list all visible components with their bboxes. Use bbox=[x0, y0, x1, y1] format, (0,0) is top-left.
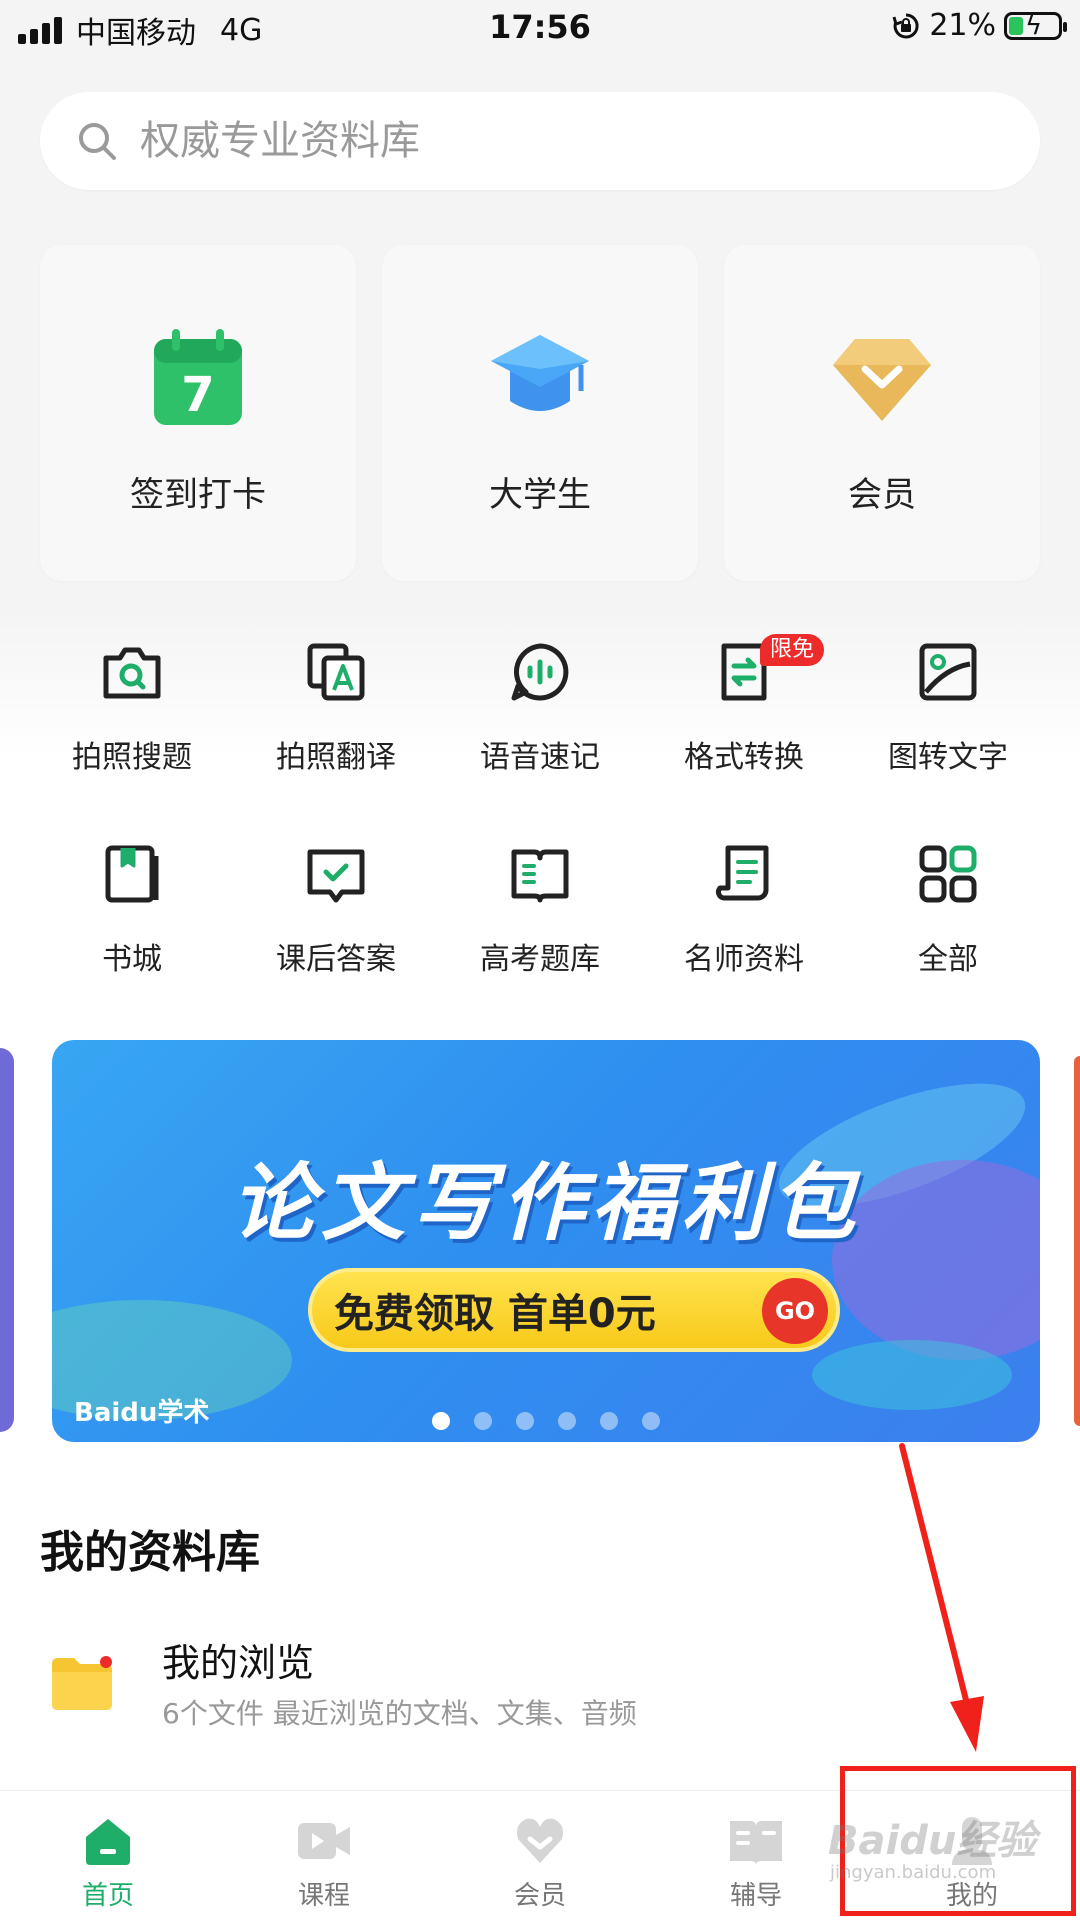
search-input[interactable] bbox=[140, 118, 940, 164]
tool-bookstore[interactable]: 书城 bbox=[30, 842, 234, 1044]
status-bar: 中国移动 4G 17:56 21% ϟ bbox=[0, 0, 1080, 56]
card-check-in-label: 签到打卡 bbox=[130, 475, 266, 515]
tool-photo-search[interactable]: 拍照搜题 bbox=[30, 640, 234, 842]
rotation-lock-icon bbox=[892, 12, 919, 38]
folder-icon bbox=[52, 1656, 112, 1710]
tool-all[interactable]: 全部 bbox=[846, 842, 1050, 1044]
tool-image-to-text[interactable]: 图转文字 bbox=[846, 640, 1050, 842]
free-badge: 限免 bbox=[760, 634, 825, 666]
photo-translate-icon bbox=[307, 643, 365, 701]
nav-vip[interactable]: 会员 bbox=[432, 1791, 648, 1920]
nav-home-label: 首页 bbox=[81, 1881, 134, 1911]
tools-grid: 拍照搜题 拍照翻译 语音速记 限免 格式转换 图转文字 书城 课后答案 高考题库… bbox=[0, 634, 1080, 1044]
carousel-dot[interactable] bbox=[600, 1412, 618, 1430]
carousel-dot[interactable] bbox=[642, 1412, 660, 1430]
tool-image-to-text-label: 图转文字 bbox=[888, 740, 1008, 775]
watermark-url: jingyan.baidu.com bbox=[830, 1862, 997, 1883]
tool-photo-translate-label: 拍照翻译 bbox=[276, 740, 396, 775]
banner-title: 论文写作福利包 bbox=[230, 1154, 861, 1252]
banner-claim-label: 免费领取 首单0元 bbox=[334, 1291, 656, 1337]
tool-photo-translate[interactable]: 拍照翻译 bbox=[234, 640, 438, 842]
library-title: 我的资料库 bbox=[40, 1527, 260, 1578]
book-icon bbox=[730, 1821, 782, 1865]
card-college-student-label: 大学生 bbox=[489, 475, 591, 515]
tool-all-label: 全部 bbox=[918, 942, 978, 977]
battery-icon: ϟ bbox=[1004, 11, 1067, 41]
vip-diamond-icon bbox=[833, 339, 931, 421]
nav-courses[interactable]: 课程 bbox=[216, 1791, 432, 1920]
tool-bookstore-label: 书城 bbox=[102, 942, 162, 977]
tool-exam-bank-label: 高考题库 bbox=[480, 942, 600, 977]
vip-heart-icon bbox=[517, 1818, 563, 1863]
carousel-dot[interactable] bbox=[432, 1412, 450, 1430]
feature-cards: 7 签到打卡 大学生 会员 bbox=[40, 245, 1040, 581]
watermark: Baidu经验 bbox=[828, 1818, 1037, 1864]
home-icon bbox=[86, 1819, 130, 1865]
tool-voice-memo[interactable]: 语音速记 bbox=[438, 640, 642, 842]
library-item-name: 我的浏览 bbox=[162, 1641, 315, 1685]
tool-format-convert[interactable]: 限免 格式转换 bbox=[642, 634, 846, 842]
tool-exam-bank[interactable]: 高考题库 bbox=[438, 842, 642, 1044]
card-vip-label: 会员 bbox=[848, 475, 916, 515]
card-check-in[interactable]: 7 签到打卡 bbox=[40, 245, 356, 581]
tool-voice-memo-label: 语音速记 bbox=[480, 740, 600, 775]
annotation-arrow bbox=[899, 1443, 984, 1752]
svg-text:7: 7 bbox=[181, 367, 214, 423]
tool-homework-answers[interactable]: 课后答案 bbox=[234, 842, 438, 1044]
carousel-dot[interactable] bbox=[558, 1412, 576, 1430]
banner-claim-button[interactable]: 免费领取 首单0元 GO bbox=[308, 1268, 840, 1352]
bookstore-icon bbox=[105, 845, 159, 903]
carousel-dot[interactable] bbox=[474, 1412, 492, 1430]
promo-banner[interactable]: 论文写作福利包 免费领取 首单0元 GO Baidu学术 bbox=[52, 1040, 1040, 1442]
carousel-indicator bbox=[52, 1412, 1040, 1430]
exam-bank-icon bbox=[511, 849, 569, 903]
banner-go-button[interactable]: GO bbox=[762, 1278, 828, 1344]
nav-home[interactable]: 首页 bbox=[0, 1791, 216, 1920]
status-right: 21% ϟ bbox=[891, 8, 1067, 43]
teacher-materials-icon bbox=[715, 845, 769, 901]
nav-courses-label: 课程 bbox=[297, 1881, 350, 1911]
banner-next-peek[interactable] bbox=[1074, 1056, 1080, 1426]
banner-prev-peek[interactable] bbox=[0, 1048, 14, 1432]
tool-photo-search-label: 拍照搜题 bbox=[72, 740, 192, 775]
carousel-dot[interactable] bbox=[516, 1412, 534, 1430]
search-icon bbox=[79, 123, 116, 160]
tool-teacher-materials-label: 名师资料 bbox=[684, 942, 804, 977]
video-icon bbox=[298, 1823, 350, 1859]
card-college-student[interactable]: 大学生 bbox=[382, 245, 698, 581]
battery-percent: 21% bbox=[929, 8, 996, 43]
tool-teacher-materials[interactable]: 名师资料 bbox=[642, 842, 846, 1044]
calendar-icon: 7 bbox=[154, 329, 242, 425]
voice-memo-icon bbox=[511, 643, 569, 701]
search-bar[interactable] bbox=[40, 92, 1040, 190]
tool-format-convert-label: 格式转换 bbox=[684, 740, 804, 775]
tool-homework-answers-label: 课后答案 bbox=[276, 942, 396, 977]
image-to-text-icon bbox=[919, 643, 977, 701]
homework-answers-icon bbox=[307, 849, 365, 903]
card-vip[interactable]: 会员 bbox=[724, 245, 1040, 581]
graduation-cap-icon bbox=[491, 335, 589, 411]
camera-search-icon bbox=[103, 647, 161, 699]
nav-vip-label: 会员 bbox=[513, 1881, 566, 1911]
all-apps-icon bbox=[919, 845, 977, 903]
library-item-description: 6个文件 最近浏览的文档、文集、音频 bbox=[162, 1697, 637, 1730]
